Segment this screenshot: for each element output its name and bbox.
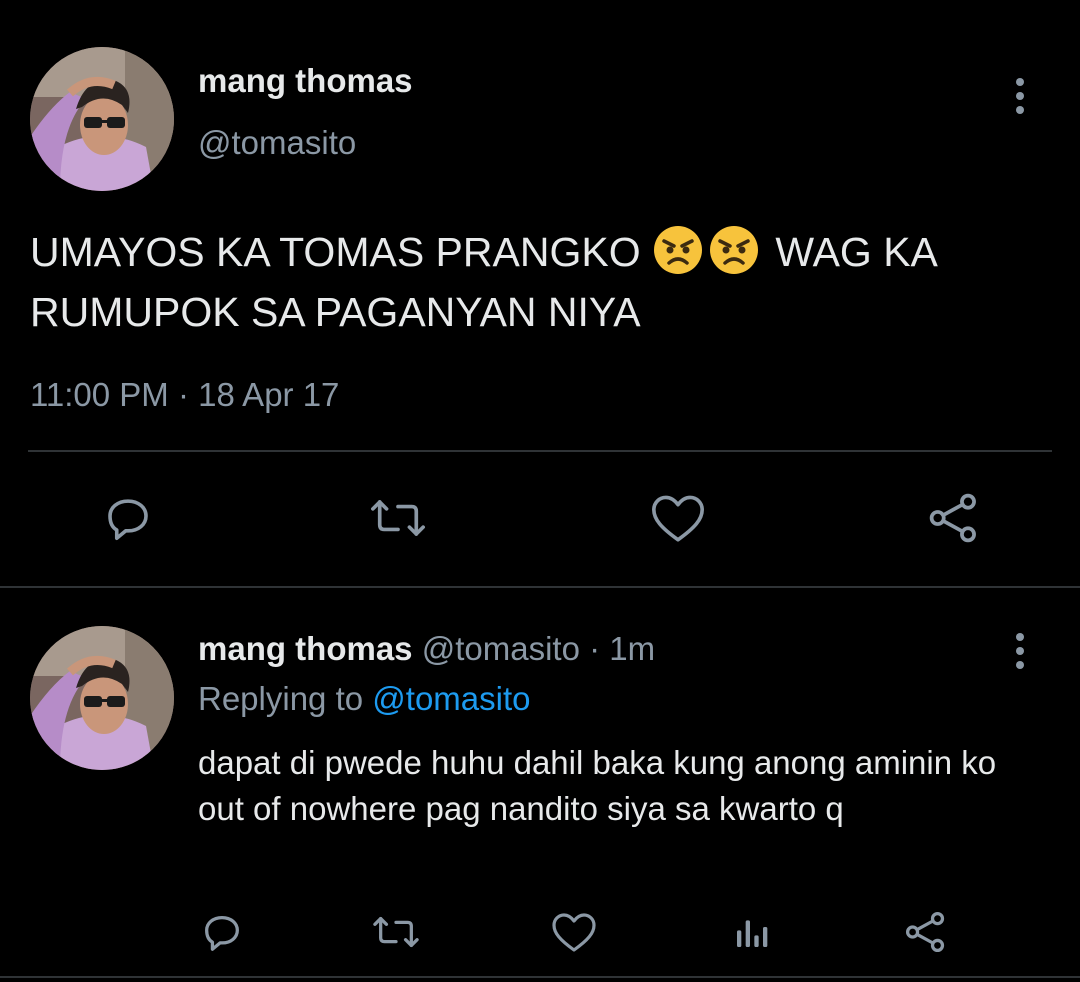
author-name[interactable]: mang thomas [198,62,413,100]
divider [0,976,1080,978]
tweet-text-part1: UMAYOS KA TOMAS PRANGKO [30,229,652,275]
angry-face-emoji [708,224,760,276]
reply-header: mang thomas @tomasito · 1m [198,630,655,668]
tweet-text: UMAYOS KA TOMAS PRANGKO WAG KA RUMUPOK S… [30,222,1075,342]
tweet-text: dapat di pwede huhu dahil baka kung anon… [198,744,997,827]
time-ago[interactable]: 1m [609,630,655,667]
tweet-timestamp[interactable]: 11:00 PM · 18 Apr 17 [30,376,339,414]
avatar[interactable] [30,626,174,770]
reply-icon[interactable] [198,908,246,956]
like-icon[interactable] [648,490,708,546]
author-handle[interactable]: @tomasito [198,124,356,162]
share-icon[interactable] [902,908,950,956]
like-icon[interactable] [549,908,599,956]
replying-prefix: Replying to [198,680,364,717]
replying-handle-link[interactable]: @tomasito [372,680,530,717]
share-icon[interactable] [924,490,984,546]
analytics-icon[interactable] [728,908,776,956]
author-name[interactable]: mang thomas [198,630,413,667]
reply-icon[interactable] [100,490,156,546]
avatar[interactable] [30,47,174,191]
replying-to: Replying to @tomasito [198,680,531,718]
angry-face-emoji [652,224,704,276]
more-options-icon[interactable] [1000,626,1040,676]
more-options-icon[interactable] [1000,71,1040,121]
author-handle[interactable]: @tomasito [422,630,580,667]
retweet-icon[interactable] [368,908,424,956]
separator-dot: · [589,630,601,667]
divider [28,450,1052,452]
divider [0,586,1080,588]
retweet-icon[interactable] [366,490,430,546]
